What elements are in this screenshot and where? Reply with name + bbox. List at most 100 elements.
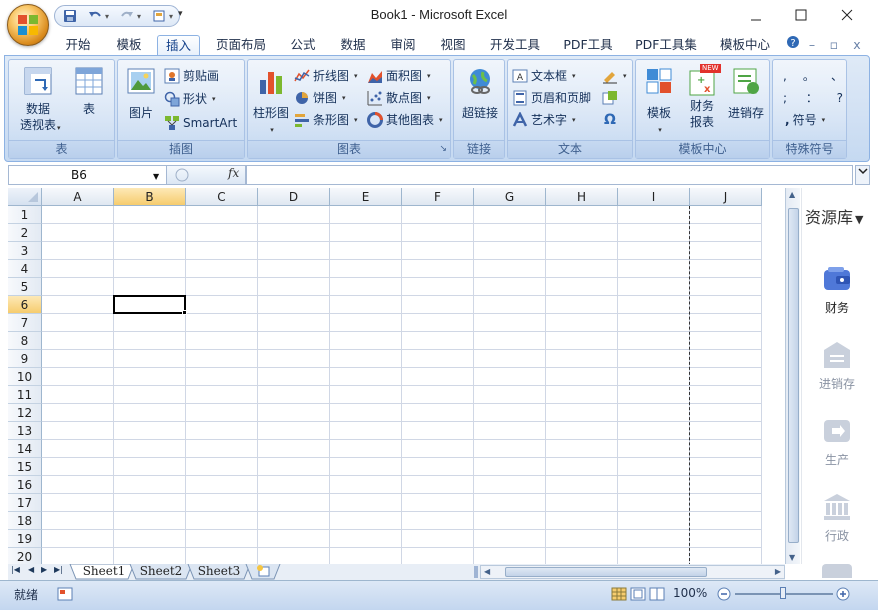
panel-item-finance[interactable]: 财务 (802, 264, 872, 316)
smartart-button[interactable]: SmartArt (164, 113, 237, 133)
pivot-table-button[interactable]: 数据 透视表 (15, 66, 61, 133)
insert-sheet-button[interactable] (251, 564, 277, 580)
finance-report-button[interactable]: + x NEW 财务 报表 (682, 64, 722, 130)
last-sheet-icon[interactable]: ▶| (54, 565, 63, 574)
expand-formula-bar-button[interactable] (855, 165, 870, 185)
area-chart-button[interactable]: 面积图 ▾ (367, 66, 431, 86)
sheet-tab-2[interactable]: Sheet2 (134, 564, 188, 580)
column-header-c[interactable]: C (186, 188, 258, 206)
column-header-b[interactable]: B (114, 188, 186, 206)
row-header-16[interactable]: 16 (8, 476, 42, 494)
close-button[interactable] (833, 3, 861, 27)
symbol-period[interactable]: 。 (803, 66, 815, 86)
scatter-chart-button[interactable]: 散点图 ▾ (367, 88, 431, 108)
row-header-15[interactable]: 15 (8, 458, 42, 476)
header-footer-button[interactable]: 页眉和页脚 (512, 88, 591, 108)
panel-item-admin[interactable]: 行政 (802, 492, 872, 544)
name-box[interactable]: B6 (8, 165, 168, 185)
textbox-button[interactable]: A 文本框 ▾ (512, 66, 576, 86)
other-charts-button[interactable]: 其他图表 ▾ (367, 110, 443, 130)
hyperlink-button[interactable]: 超链接 (457, 66, 503, 122)
column-header-g[interactable]: G (474, 188, 546, 206)
vertical-scroll-thumb[interactable] (788, 208, 799, 543)
ribbon-restore-button[interactable]: ▫ (827, 35, 841, 56)
row-header-7[interactable]: 7 (8, 314, 42, 332)
tab-home[interactable]: 开始 (56, 35, 100, 56)
redo-dropdown-icon[interactable]: ▾ (137, 12, 141, 21)
tab-view[interactable]: 视图 (431, 35, 475, 56)
column-chart-button[interactable]: 柱形图 ▾ (251, 66, 291, 139)
scroll-down-icon[interactable]: ▼ (789, 553, 795, 562)
row-header-11[interactable]: 11 (8, 386, 42, 404)
redo-button[interactable] (118, 7, 136, 25)
clipart-button[interactable]: 剪贴画 (164, 66, 219, 86)
office-button[interactable] (7, 4, 49, 46)
row-header-10[interactable]: 10 (8, 368, 42, 386)
scroll-left-icon[interactable]: ◀ (484, 567, 490, 576)
column-header-h[interactable]: H (546, 188, 618, 206)
column-header-a[interactable]: A (42, 188, 114, 206)
symbol-comma[interactable]: , (783, 66, 787, 86)
pivot-dropdown-icon[interactable]: ▾ (57, 124, 61, 132)
row-header-8[interactable]: 8 (8, 332, 42, 350)
symbol-question[interactable]: ? (837, 88, 843, 108)
picture-button[interactable]: 图片 (122, 66, 160, 122)
select-all-button[interactable] (8, 188, 42, 206)
row-header-6[interactable]: 6 (8, 296, 42, 314)
object-button[interactable] (602, 88, 618, 108)
formula-input[interactable] (246, 165, 853, 185)
scroll-up-icon[interactable]: ▲ (789, 190, 795, 199)
tab-pdf-toolset[interactable]: PDF工具集 (628, 35, 704, 56)
dialog-launcher-icon[interactable]: ↘ (439, 141, 447, 158)
row-header-2[interactable]: 2 (8, 224, 42, 242)
template-button[interactable]: 模板 ▾ (640, 66, 678, 139)
macro-record-icon[interactable] (57, 587, 73, 601)
row-header-5[interactable]: 5 (8, 278, 42, 296)
minimize-button[interactable] (742, 3, 770, 27)
tab-insert[interactable]: 插入 (157, 35, 200, 56)
tab-split-handle[interactable] (474, 566, 478, 578)
tab-template-center[interactable]: 模板中心 (711, 35, 779, 56)
column-header-e[interactable]: E (330, 188, 402, 206)
symbol-semicolon[interactable]: ; (783, 88, 787, 108)
maximize-button[interactable] (787, 3, 815, 27)
symbol-colon[interactable]: ： (806, 88, 818, 108)
row-header-20[interactable]: 20 (8, 548, 42, 564)
signature-line-button[interactable]: ▾ (602, 66, 627, 86)
fill-handle[interactable] (182, 310, 187, 315)
active-cell[interactable] (113, 295, 186, 314)
undo-button[interactable] (86, 7, 104, 25)
first-sheet-icon[interactable]: |◀ (11, 565, 20, 574)
symbol-dunhao[interactable]: 、 (831, 66, 843, 86)
scroll-right-icon[interactable]: ▶ (775, 567, 781, 576)
help-button[interactable]: ? (785, 35, 801, 56)
tab-formulas[interactable]: 公式 (281, 35, 325, 56)
line-chart-button[interactable]: 折线图 ▾ (294, 66, 358, 86)
row-header-14[interactable]: 14 (8, 440, 42, 458)
worksheet-grid[interactable]: ABCDEFGHIJ 1 2 3 4 5 6 7 8 9 10 11 12 13 14 15 16 17 18 19… (8, 188, 785, 564)
shapes-button[interactable]: 形状 ▾ (164, 89, 216, 109)
resource-panel-title[interactable]: 资源库 ▼ (805, 204, 863, 228)
row-header-18[interactable]: 18 (8, 512, 42, 530)
tab-data[interactable]: 数据 (331, 35, 375, 56)
tab-page-layout[interactable]: 页面布局 (208, 35, 274, 56)
ribbon-minimize-button[interactable]: – (805, 35, 819, 56)
zoom-in-icon[interactable] (836, 587, 850, 601)
next-sheet-icon[interactable]: ▶ (41, 565, 47, 574)
ribbon-close-button[interactable]: x (850, 35, 864, 56)
insert-function-button[interactable]: fx (228, 166, 239, 180)
column-header-j[interactable]: J (690, 188, 762, 206)
pie-chart-button[interactable]: 饼图 ▾ (294, 88, 346, 108)
symbol-button[interactable]: Ω (604, 110, 616, 130)
column-header-f[interactable]: F (402, 188, 474, 206)
zoom-out-icon[interactable] (717, 587, 731, 601)
row-header-19[interactable]: 19 (8, 530, 42, 548)
zoom-level[interactable]: 100% (673, 586, 707, 600)
normal-view-icon[interactable] (611, 587, 627, 601)
row-header-17[interactable]: 17 (8, 494, 42, 512)
row-header-9[interactable]: 9 (8, 350, 42, 368)
row-header-4[interactable]: 4 (8, 260, 42, 278)
row-header-12[interactable]: 12 (8, 404, 42, 422)
inventory-button[interactable]: 进销存 (724, 66, 768, 122)
print-preview-button[interactable] (150, 7, 168, 25)
